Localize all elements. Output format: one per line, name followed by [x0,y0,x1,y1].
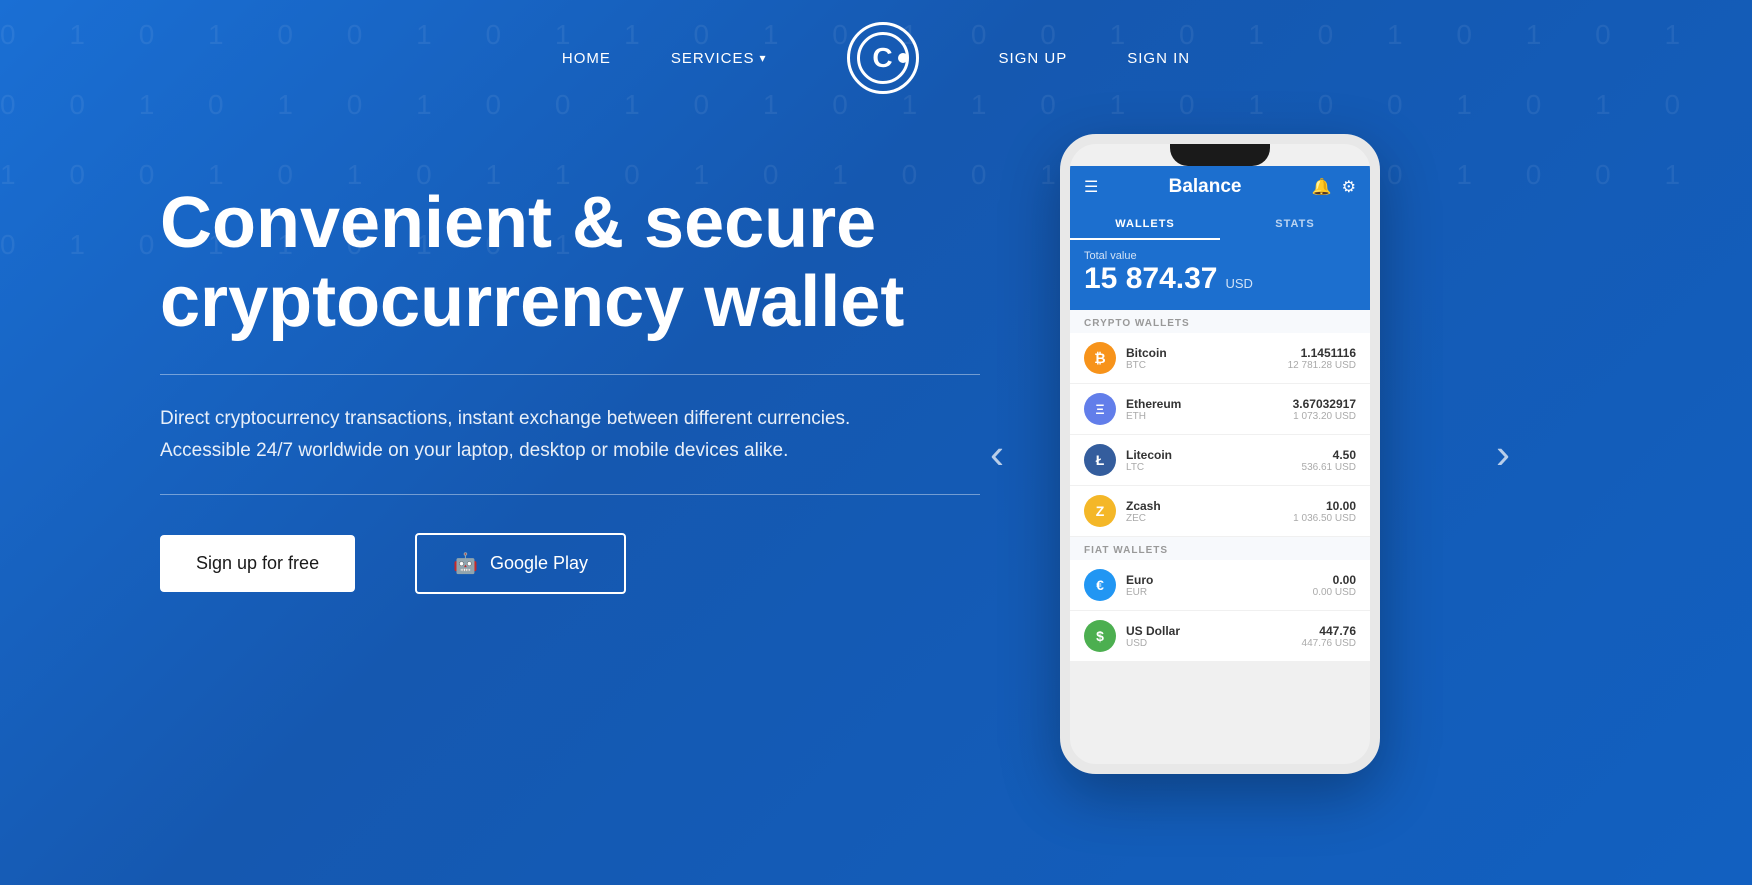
signup-button[interactable]: Sign up for free [160,535,355,592]
phone-mockup-container: ‹ › 14:09 87% ☰ Balance 🔔 ⚙ WALLETS [1060,134,1440,774]
wallet-icon: Ł [1084,444,1116,476]
fiat-wallet-code: USD [1126,638,1302,649]
wallet-item: Ł Litecoin LTC 4.50 536.61 USD [1070,435,1370,486]
navbar: HOME SERVICES C SIGN UP SIGN IN [0,0,1752,104]
carousel-next-button[interactable]: › [1496,430,1510,478]
wallet-code: LTC [1126,462,1302,473]
googleplay-button[interactable]: 🤖 Google Play [415,533,626,594]
hero-title: Convenient & secure cryptocurrency walle… [160,184,980,342]
nav-signin[interactable]: SIGN IN [1127,50,1190,67]
nav-signup[interactable]: SIGN UP [999,50,1068,67]
logo[interactable]: C [847,22,919,94]
fiat-wallet-usd: 0.00 USD [1313,587,1356,598]
wallet-usd: 1 073.20 USD [1293,411,1356,422]
wallet-amount: 10.00 [1293,499,1356,513]
fiat-wallets-label: FIAT WALLETS [1070,537,1370,560]
bell-icon: 🔔 [1312,177,1332,197]
wallet-amounts: 1.1451116 12 781.28 USD [1288,346,1356,371]
wallet-name: Bitcoin [1126,346,1288,360]
wallet-info: Ethereum ETH [1126,397,1293,422]
hamburger-icon: ☰ [1084,177,1098,197]
wallet-amount: 1.1451116 [1288,346,1356,360]
wallet-name: Litecoin [1126,448,1302,462]
logo-outer-circle: C [847,22,919,94]
googleplay-label: Google Play [490,553,588,574]
wallet-usd: 1 036.50 USD [1293,513,1356,524]
phone-app-header: ☰ Balance 🔔 ⚙ [1070,166,1370,210]
phone-header-icons: 🔔 ⚙ [1312,177,1356,197]
crypto-wallets-label: CRYPTO WALLETS [1070,310,1370,333]
tab-stats[interactable]: STATS [1220,210,1370,240]
hero-divider-top [160,374,980,375]
phone-total-card: Total value 15 874.37 USD [1070,240,1370,310]
fiat-wallet-code: EUR [1126,587,1313,598]
hero-divider-bottom [160,494,980,495]
fiat-wallet-info: US Dollar USD [1126,624,1302,649]
phone-total-label: Total value [1084,250,1356,262]
fiat-wallet-name: US Dollar [1126,624,1302,638]
phone-total-currency: USD [1225,276,1252,291]
logo-dot [898,53,908,63]
wallet-code: ETH [1126,411,1293,422]
crypto-wallets-list: ₿ Bitcoin BTC 1.1451116 12 781.28 USD Ξ … [1070,333,1370,537]
wallet-amount: 3.67032917 [1293,397,1356,411]
wallet-icon: Ξ [1084,393,1116,425]
nav-left: HOME SERVICES [562,50,767,67]
nav-right: SIGN UP SIGN IN [999,50,1191,67]
fiat-wallet-usd: 447.76 USD [1302,638,1356,649]
hero-section: Convenient & secure cryptocurrency walle… [0,104,1752,864]
wallet-name: Zcash [1126,499,1293,513]
phone-header-title: Balance [1169,176,1242,198]
wallet-amounts: 10.00 1 036.50 USD [1293,499,1356,524]
hero-description: Direct cryptocurrency transactions, inst… [160,403,860,466]
wallet-item: Z Zcash ZEC 10.00 1 036.50 USD [1070,486,1370,537]
fiat-wallet-amount: 0.00 [1313,573,1356,587]
fiat-wallet-item: $ US Dollar USD 447.76 447.76 USD [1070,611,1370,662]
wallet-icon: ₿ [1084,342,1116,374]
wallet-info: Litecoin LTC [1126,448,1302,473]
logo-inner-circle: C [857,32,909,84]
carousel-prev-button[interactable]: ‹ [990,430,1004,478]
hero-content: Convenient & secure cryptocurrency walle… [160,154,980,594]
settings-icon: ⚙ [1342,177,1356,197]
fiat-wallet-icon: € [1084,569,1116,601]
fiat-wallet-amount: 447.76 [1302,624,1356,638]
fiat-wallet-amounts: 447.76 447.76 USD [1302,624,1356,649]
wallet-item: ₿ Bitcoin BTC 1.1451116 12 781.28 USD [1070,333,1370,384]
fiat-wallet-info: Euro EUR [1126,573,1313,598]
wallet-code: ZEC [1126,513,1293,524]
fiat-wallets-list: € Euro EUR 0.00 0.00 USD $ US Dollar USD… [1070,560,1370,662]
phone-total-value: 15 874.37 USD [1084,262,1356,296]
wallet-name: Ethereum [1126,397,1293,411]
wallet-amounts: 4.50 536.61 USD [1302,448,1356,473]
phone-frame: 14:09 87% ☰ Balance 🔔 ⚙ WALLETS STATS [1060,134,1380,774]
phone-notch [1170,134,1270,166]
wallet-amount: 4.50 [1302,448,1356,462]
wallet-icon: Z [1084,495,1116,527]
wallet-usd: 536.61 USD [1302,462,1356,473]
nav-home[interactable]: HOME [562,50,611,67]
phone-tabs: WALLETS STATS [1070,210,1370,240]
android-icon: 🤖 [453,551,478,576]
wallet-item: Ξ Ethereum ETH 3.67032917 1 073.20 USD [1070,384,1370,435]
wallet-usd: 12 781.28 USD [1288,360,1356,371]
wallet-info: Zcash ZEC [1126,499,1293,524]
fiat-wallet-name: Euro [1126,573,1313,587]
nav-services[interactable]: SERVICES [671,50,767,67]
hero-buttons: Sign up for free 🤖 Google Play [160,533,980,594]
wallet-code: BTC [1126,360,1288,371]
fiat-wallet-item: € Euro EUR 0.00 0.00 USD [1070,560,1370,611]
tab-wallets[interactable]: WALLETS [1070,210,1220,240]
fiat-wallet-amounts: 0.00 0.00 USD [1313,573,1356,598]
fiat-wallet-icon: $ [1084,620,1116,652]
logo-letter: C [872,44,892,72]
wallet-info: Bitcoin BTC [1126,346,1288,371]
wallet-amounts: 3.67032917 1 073.20 USD [1293,397,1356,422]
